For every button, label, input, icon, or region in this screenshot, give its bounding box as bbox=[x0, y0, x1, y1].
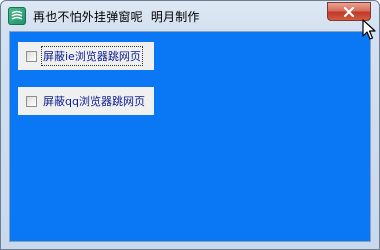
app-icon bbox=[8, 7, 26, 25]
close-icon bbox=[343, 2, 355, 21]
checkbox-box[interactable] bbox=[26, 95, 37, 107]
window-title: 再也不怕外挂弹窗呢 明月制作 bbox=[33, 10, 200, 24]
checkbox-label-block-ie: 屏蔽ie浏览器跳网页 bbox=[41, 46, 143, 66]
client-area: 屏蔽ie浏览器跳网页 屏蔽qq浏览器跳网页 bbox=[9, 31, 371, 242]
checkbox-block-qq[interactable]: 屏蔽qq浏览器跳网页 bbox=[18, 87, 154, 115]
checkbox-label-block-qq: 屏蔽qq浏览器跳网页 bbox=[43, 95, 145, 108]
checkbox-block-ie[interactable]: 屏蔽ie浏览器跳网页 bbox=[18, 42, 154, 70]
app-window: 再也不怕外挂弹窗呢 明月制作 屏蔽ie浏览器跳网页 屏蔽qq浏览器跳网页 bbox=[0, 0, 380, 250]
mouse-cursor-icon bbox=[362, 19, 376, 41]
checkbox-box[interactable] bbox=[26, 50, 37, 62]
title-bar[interactable]: 再也不怕外挂弹窗呢 明月制作 bbox=[1, 1, 379, 31]
